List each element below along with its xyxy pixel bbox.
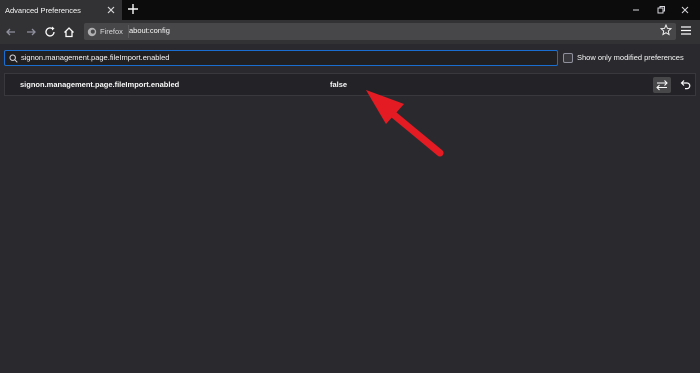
undo-icon — [680, 80, 691, 90]
restore-icon[interactable] — [654, 3, 668, 17]
hamburger-menu-icon[interactable] — [680, 25, 692, 36]
pref-value[interactable]: false — [330, 80, 347, 89]
reset-button[interactable] — [677, 77, 693, 93]
tab-advanced-preferences[interactable]: Advanced Preferences — [0, 0, 122, 20]
toggle-button[interactable] — [653, 77, 671, 93]
search-input[interactable]: signon.management.page.fileImport.enable… — [4, 50, 558, 66]
back-icon[interactable] — [4, 25, 18, 39]
identity-box[interactable]: Firefox — [87, 25, 129, 38]
toggle-icon — [656, 80, 668, 91]
firefox-icon — [87, 27, 97, 36]
url-text: about:config — [129, 26, 170, 35]
close-icon[interactable] — [106, 5, 116, 15]
close-icon[interactable] — [678, 3, 692, 17]
pref-name: signon.management.page.fileImport.enable… — [20, 80, 180, 89]
home-icon[interactable] — [62, 25, 76, 39]
show-modified-label[interactable]: Show only modified preferences — [577, 53, 684, 62]
url-bar[interactable]: Firefox about:config — [84, 23, 676, 40]
tab-title: Advanced Preferences — [5, 5, 81, 15]
show-modified-checkbox[interactable] — [563, 53, 573, 63]
tab-strip: Advanced Preferences — [0, 0, 700, 20]
table-row[interactable]: signon.management.page.fileImport.enable… — [4, 73, 696, 96]
star-icon[interactable] — [660, 24, 672, 36]
minimize-icon[interactable] — [629, 3, 643, 17]
identity-label: Firefox — [100, 27, 123, 36]
reload-icon[interactable] — [43, 25, 57, 39]
plus-icon[interactable] — [126, 2, 140, 16]
navigation-toolbar: Firefox about:config — [0, 20, 700, 44]
search-icon — [9, 54, 18, 63]
search-value: signon.management.page.fileImport.enable… — [21, 53, 170, 62]
forward-icon[interactable] — [24, 25, 38, 39]
